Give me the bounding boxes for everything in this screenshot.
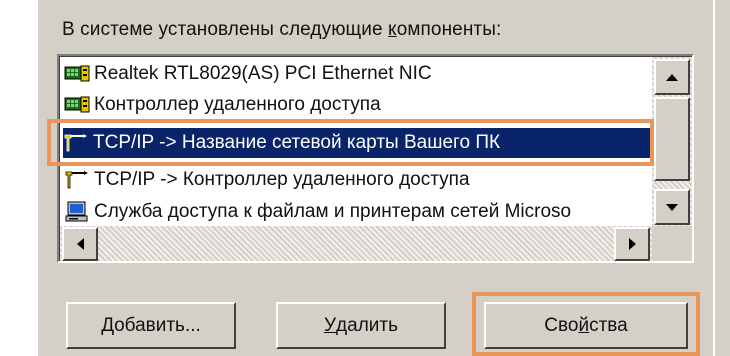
scroll-down-button[interactable] — [654, 189, 690, 225]
vertical-scrollbar[interactable] — [652, 57, 692, 226]
list-item-selected[interactable]: TCP/IP -> Название сетевой карты Вашего … — [63, 128, 655, 158]
list-item-label: TCP/IP -> Название сетевой карты Вашего … — [93, 132, 501, 153]
remove-button-accelerator: У — [323, 314, 337, 336]
caption-text-start: В системе установлены следующие — [62, 19, 389, 40]
list-item-label: Контроллер удаленного доступа — [94, 94, 381, 115]
list-item[interactable]: Контроллер удаленного доступа — [64, 90, 654, 120]
left-margin — [0, 0, 36, 356]
network-adapter-icon — [64, 94, 90, 116]
components-caption: В системе установлены следующие компонен… — [62, 19, 501, 41]
caption-accelerator: к — [388, 19, 397, 40]
remove-button[interactable]: Удалить — [276, 302, 446, 349]
arrow-down-icon — [666, 203, 678, 211]
scroll-up-button[interactable] — [654, 59, 690, 95]
list-item-label: Служба доступа к файлам и принтерам сете… — [94, 201, 572, 222]
properties-button-accelerator: й — [578, 314, 590, 336]
dialog-right-edge — [713, 0, 730, 356]
arrow-up-icon — [666, 73, 678, 81]
listbox-inner-frame: Realtek RTL8029(AS) PCI Ethernet NIC Кон… — [59, 56, 692, 261]
arrow-left-icon — [76, 238, 84, 250]
add-button-label: обавить... — [114, 314, 201, 336]
network-adapter-icon — [64, 63, 90, 85]
file-printer-sharing-icon — [64, 201, 90, 223]
arrow-right-icon — [628, 238, 636, 250]
vertical-scroll-thumb[interactable] — [654, 97, 690, 181]
caption-text-end: омпоненты: — [396, 19, 502, 40]
protocol-icon — [64, 169, 90, 191]
list-item-label: TCP/IP -> Контроллер удаленного доступа — [94, 169, 470, 190]
scrollbar-corner — [652, 226, 692, 261]
properties-button-label-end: ства — [589, 314, 628, 336]
list-item[interactable]: Realtek RTL8029(AS) PCI Ethernet NIC — [64, 59, 654, 89]
list-item-label: Realtek RTL8029(AS) PCI Ethernet NIC — [94, 63, 432, 84]
add-button[interactable]: Добавить... — [66, 302, 236, 349]
list-item[interactable]: Служба доступа к файлам и принтерам сете… — [64, 197, 654, 227]
properties-button-label-start: Сво — [544, 314, 579, 336]
scroll-left-button[interactable] — [62, 227, 98, 261]
properties-button[interactable]: Сво й ства — [484, 302, 688, 349]
protocol-icon — [63, 132, 89, 154]
add-button-accelerator: Д — [101, 314, 115, 336]
remove-button-label: далить — [336, 314, 399, 336]
scroll-right-button[interactable] — [614, 227, 650, 261]
horizontal-scrollbar[interactable] — [60, 226, 652, 261]
components-listbox[interactable]: Realtek RTL8029(AS) PCI Ethernet NIC Кон… — [57, 54, 694, 263]
list-item[interactable]: TCP/IP -> Контроллер удаленного доступа — [64, 165, 654, 195]
